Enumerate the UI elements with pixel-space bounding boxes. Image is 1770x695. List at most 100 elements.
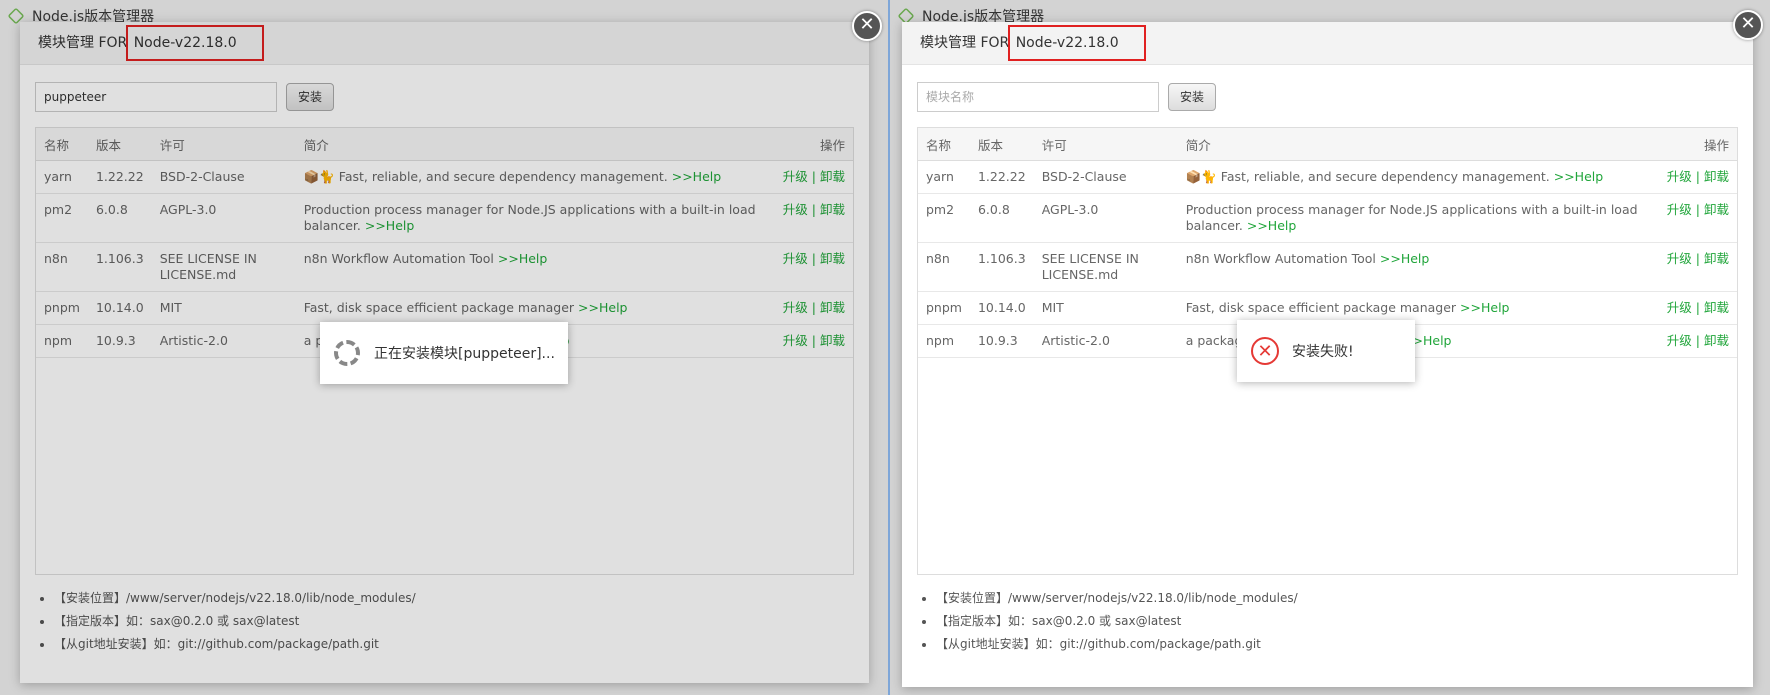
module-ops: 升级 | 卸载	[1658, 242, 1737, 292]
note-item: 【指定版本】如：sax@0.2.0 或 sax@latest	[936, 610, 1298, 633]
install-failed-toast: ✕ 安装失败!	[1237, 320, 1415, 382]
close-dialog-button[interactable]: ✕	[852, 11, 882, 41]
uninstall-link[interactable]: 卸载	[1704, 333, 1729, 348]
module-desc-text: n8n Workflow Automation Tool	[1185, 251, 1376, 266]
module-version: 1.22.22	[969, 160, 1034, 194]
uninstall-link[interactable]: 卸载	[1704, 202, 1729, 217]
search-row: 安装	[902, 65, 1753, 113]
uninstall-link[interactable]: 卸载	[820, 300, 845, 315]
upgrade-link[interactable]: 升级	[1667, 300, 1692, 315]
install-button[interactable]: 安装	[1168, 82, 1217, 111]
uninstall-link[interactable]: 卸载	[1704, 251, 1729, 266]
uninstall-link[interactable]: 卸载	[820, 251, 845, 266]
module-desc-text: n8n Workflow Automation Tool	[303, 251, 494, 266]
op-separator: |	[811, 251, 816, 266]
module-ops: 升级 | 卸载	[1658, 291, 1737, 325]
help-link[interactable]: >>Help	[498, 251, 547, 266]
module-version: 6.0.8	[87, 193, 152, 243]
module-license: MIT	[1033, 291, 1178, 325]
module-license: MIT	[151, 291, 296, 325]
help-link[interactable]: >>Help	[365, 218, 414, 233]
op-separator: |	[811, 169, 816, 184]
module-ops: 升级 | 卸载	[774, 193, 853, 243]
table-header-row: 名称 版本 许可 简介 操作	[36, 128, 853, 161]
node-version-highlight: Node-v22.18.0	[125, 25, 264, 61]
help-link[interactable]: >>Help	[1247, 218, 1296, 233]
table-row: pm2 6.0.8 AGPL-3.0 Production process ma…	[36, 193, 853, 243]
uninstall-link[interactable]: 卸载	[1704, 169, 1729, 184]
module-version: 1.22.22	[87, 160, 152, 194]
note-item: 【安装位置】/www/server/nodejs/v22.18.0/lib/no…	[54, 587, 416, 610]
module-ops: 升级 | 卸载	[1658, 193, 1737, 243]
module-name-input[interactable]	[917, 81, 1159, 112]
upgrade-link[interactable]: 升级	[1667, 333, 1692, 348]
help-link[interactable]: >>Help	[672, 169, 721, 184]
help-link[interactable]: >>Help	[1554, 169, 1603, 184]
module-desc: n8n Workflow Automation Tool >>Help	[1177, 242, 1659, 292]
note-item: 【安装位置】/www/server/nodejs/v22.18.0/lib/no…	[936, 587, 1298, 610]
note-item: 【指定版本】如：sax@0.2.0 或 sax@latest	[54, 610, 416, 633]
notes-list: 【安装位置】/www/server/nodejs/v22.18.0/lib/no…	[38, 587, 416, 656]
help-link[interactable]: >>Help	[1380, 251, 1429, 266]
module-name: pnpm	[36, 291, 88, 325]
module-name: npm	[918, 324, 970, 358]
module-license: SEE LICENSE IN LICENSE.md	[151, 242, 296, 292]
module-name: pnpm	[918, 291, 970, 325]
toast-message: 安装失败!	[1292, 344, 1354, 360]
module-license: Artistic-2.0	[1033, 324, 1178, 358]
col-desc: 简介	[295, 128, 775, 161]
module-desc: Production process manager for Node.JS a…	[295, 193, 775, 243]
op-separator: |	[811, 333, 816, 348]
module-desc: 📦🐈 Fast, reliable, and secure dependency…	[1177, 160, 1659, 194]
module-desc: Production process manager for Node.JS a…	[1177, 193, 1659, 243]
col-license: 许可	[151, 128, 296, 161]
module-version: 6.0.8	[969, 193, 1034, 243]
module-desc-text: 📦🐈 Fast, reliable, and secure dependency…	[303, 169, 668, 184]
module-desc: Fast, disk space efficient package manag…	[295, 291, 775, 325]
uninstall-link[interactable]: 卸载	[820, 169, 845, 184]
help-link[interactable]: >>Help	[578, 300, 627, 315]
module-license: AGPL-3.0	[151, 193, 296, 243]
uninstall-link[interactable]: 卸载	[820, 202, 845, 217]
module-version: 10.14.0	[969, 291, 1034, 325]
toast-message: 正在安装模块[puppeteer]...	[374, 346, 555, 362]
table-header-row: 名称 版本 许可 简介 操作	[918, 128, 1737, 161]
uninstall-link[interactable]: 卸载	[1704, 300, 1729, 315]
col-license: 许可	[1033, 128, 1178, 161]
module-version: 1.106.3	[969, 242, 1034, 292]
module-version: 10.9.3	[969, 324, 1034, 358]
module-license: Artistic-2.0	[151, 324, 296, 358]
module-version: 10.14.0	[87, 291, 152, 325]
upgrade-link[interactable]: 升级	[1667, 202, 1692, 217]
upgrade-link[interactable]: 升级	[783, 333, 808, 348]
upgrade-link[interactable]: 升级	[783, 169, 808, 184]
op-separator: |	[1695, 300, 1700, 315]
module-desc: n8n Workflow Automation Tool >>Help	[295, 242, 775, 292]
search-row: 安装	[20, 65, 869, 113]
upgrade-link[interactable]: 升级	[1667, 169, 1692, 184]
node-version-highlight: Node-v22.18.0	[1007, 25, 1146, 61]
col-version: 版本	[969, 128, 1034, 161]
module-version: 10.9.3	[87, 324, 152, 358]
upgrade-link[interactable]: 升级	[783, 251, 808, 266]
uninstall-link[interactable]: 卸载	[820, 333, 845, 348]
help-link[interactable]: >>Help	[1460, 300, 1509, 315]
col-name: 名称	[918, 128, 970, 161]
upgrade-link[interactable]: 升级	[1667, 251, 1692, 266]
upgrade-link[interactable]: 升级	[783, 300, 808, 315]
col-version: 版本	[87, 128, 152, 161]
module-name: yarn	[918, 160, 970, 194]
module-ops: 升级 | 卸载	[774, 324, 853, 358]
table-row: yarn 1.22.22 BSD-2-Clause 📦🐈 Fast, relia…	[36, 160, 853, 194]
op-separator: |	[811, 300, 816, 315]
module-version: 1.106.3	[87, 242, 152, 292]
module-name-input[interactable]	[35, 81, 277, 112]
dialog-title: 模块管理 FOR Node-v22.18.0	[20, 22, 869, 65]
module-desc-text: 📦🐈 Fast, reliable, and secure dependency…	[1185, 169, 1550, 184]
close-dialog-button[interactable]: ✕	[1733, 10, 1763, 40]
upgrade-link[interactable]: 升级	[783, 202, 808, 217]
module-ops: 升级 | 卸载	[1658, 324, 1737, 358]
installing-toast: 正在安装模块[puppeteer]...	[320, 322, 568, 384]
module-name: n8n	[918, 242, 970, 292]
install-button[interactable]: 安装	[286, 82, 335, 111]
